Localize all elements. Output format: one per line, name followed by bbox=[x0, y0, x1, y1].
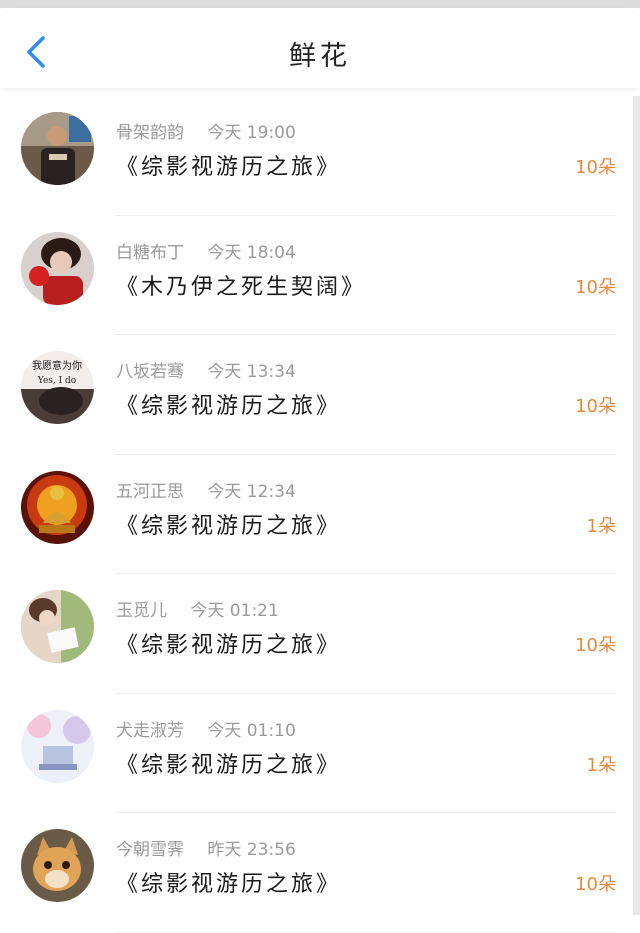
flower-count: 10朵 bbox=[575, 874, 616, 895]
timestamp: 今天 19:00 bbox=[207, 123, 296, 143]
book-title: 《综影视游历之旅》 bbox=[116, 872, 342, 897]
username: 白糖布丁 bbox=[116, 242, 184, 263]
avatar: 我愿意为你 Yes, I do bbox=[21, 351, 94, 424]
status-strip bbox=[0, 0, 640, 8]
list-item[interactable]: 玉觅儿 今天 01:21 《综影视游历之旅》 10朵 bbox=[0, 574, 632, 694]
flower-count: 10朵 bbox=[575, 396, 616, 417]
book-title: 《综影视游历之旅》 bbox=[116, 513, 342, 539]
page-title: 鲜花 bbox=[289, 41, 351, 72]
avatar bbox=[21, 829, 94, 902]
book-title: 《综影视游历之旅》 bbox=[116, 155, 342, 180]
flower-count: 1朵 bbox=[586, 515, 616, 537]
avatar-caption: 我愿意为你 bbox=[32, 359, 82, 372]
timestamp: 今天 01:10 bbox=[207, 720, 296, 741]
username: 五河正思 bbox=[116, 481, 184, 502]
username: 玉觅儿 bbox=[116, 601, 167, 621]
username: 骨架韵韵 bbox=[116, 123, 184, 143]
flower-count: 1朵 bbox=[586, 754, 616, 776]
avatar bbox=[21, 709, 94, 783]
avatar bbox=[21, 470, 94, 544]
book-title: 《综影视游历之旅》 bbox=[116, 752, 342, 778]
header-bar: 鲜花 bbox=[0, 8, 640, 88]
list-item[interactable]: 我愿意为你 Yes, I do 八坂若骞 今天 13:34 《综影视游历之旅》 … bbox=[0, 335, 632, 455]
timestamp: 今天 12:34 bbox=[207, 481, 296, 502]
flower-count: 10朵 bbox=[575, 276, 616, 298]
username: 八坂若骞 bbox=[116, 362, 184, 382]
flower-count: 10朵 bbox=[575, 635, 616, 656]
timestamp: 今天 13:34 bbox=[207, 362, 296, 382]
list-item[interactable]: 白糖布丁 今天 18:04 《木乃伊之死生契阔》 10朵 bbox=[0, 216, 632, 336]
scrollbar[interactable] bbox=[633, 96, 640, 915]
list-item[interactable]: 五河正思 今天 12:34 《综影视游历之旅》 1朵 bbox=[0, 455, 632, 575]
timestamp: 今天 01:21 bbox=[190, 601, 279, 621]
timestamp: 今天 18:04 bbox=[207, 242, 296, 263]
timestamp: 昨天 23:56 bbox=[207, 840, 296, 860]
username: 犬走淑芳 bbox=[116, 720, 184, 741]
book-title: 《木乃伊之死生契阔》 bbox=[116, 274, 367, 300]
flower-list: 骨架韵韵 今天 19:00 《综影视游历之旅》 10朵 白糖布丁 今天 18:0… bbox=[0, 96, 632, 933]
avatar-caption: Yes, I do bbox=[37, 376, 76, 386]
list-item[interactable]: 骨架韵韵 今天 19:00 《综影视游历之旅》 10朵 bbox=[0, 96, 632, 216]
avatar bbox=[21, 590, 94, 663]
username: 今朝雪霁 bbox=[116, 840, 184, 860]
avatar bbox=[21, 231, 94, 305]
book-title: 《综影视游历之旅》 bbox=[116, 633, 342, 658]
avatar bbox=[21, 112, 94, 185]
flower-count: 10朵 bbox=[575, 157, 616, 178]
list-item[interactable]: 犬走淑芳 今天 01:10 《综影视游历之旅》 1朵 bbox=[0, 694, 632, 814]
book-title: 《综影视游历之旅》 bbox=[116, 394, 342, 419]
